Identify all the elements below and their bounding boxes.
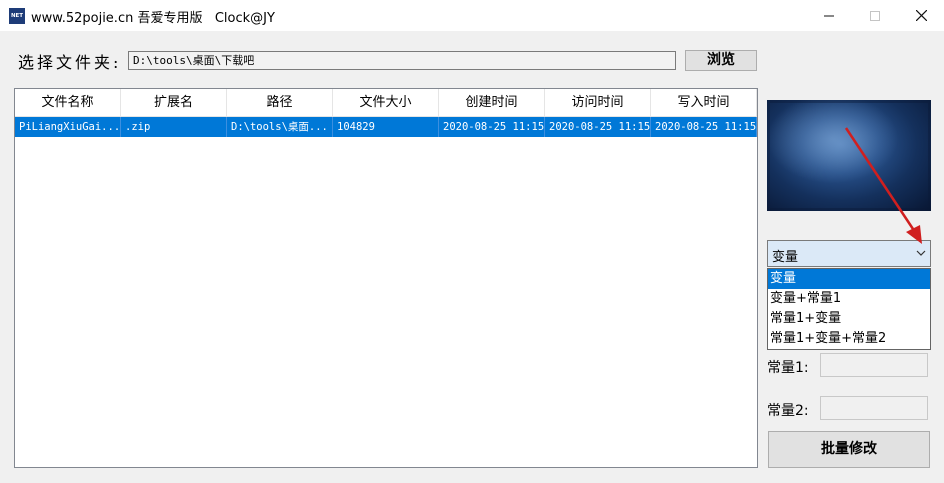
mode-combobox[interactable]: 变量 (767, 240, 931, 267)
column-header-accessed[interactable]: 访问时间 (545, 89, 651, 116)
texture-overlay (767, 100, 931, 211)
const2-label: 常量2: (767, 403, 809, 419)
cell-written: 2020-08-25 11:15 (651, 117, 757, 137)
cell-accessed: 2020-08-25 11:15 (545, 117, 651, 137)
table-row[interactable]: PiLiangXiuGai... .zip D:\tools\桌面... 104… (15, 117, 757, 137)
batch-modify-button[interactable]: 批量修改 (768, 431, 930, 468)
mode-option-variable-const1[interactable]: 变量+常量1 (768, 289, 930, 309)
const1-label: 常量1: (767, 360, 809, 376)
cell-name: PiLiangXiuGai... (15, 117, 121, 137)
column-header-name[interactable]: 文件名称 (15, 89, 121, 116)
preview-image (767, 100, 931, 211)
close-icon (915, 10, 927, 21)
column-header-path[interactable]: 路径 (227, 89, 333, 116)
mode-dropdown-list: 变量 变量+常量1 常量1+变量 常量1+变量+常量2 (767, 268, 931, 350)
list-header: 文件名称 扩展名 路径 文件大小 创建时间 访问时间 写入时间 (15, 89, 757, 117)
cell-created: 2020-08-25 11:15 (439, 117, 545, 137)
maximize-button[interactable] (852, 0, 898, 31)
mode-selected-value: 变量 (772, 250, 799, 265)
mode-option-const1-variable-const2[interactable]: 常量1+变量+常量2 (768, 329, 930, 349)
cell-size: 104829 (333, 117, 439, 137)
column-header-created[interactable]: 创建时间 (439, 89, 545, 116)
column-header-extension[interactable]: 扩展名 (121, 89, 227, 116)
const1-input[interactable] (820, 353, 928, 377)
browse-button[interactable]: 浏览 (685, 50, 757, 71)
maximize-icon (870, 10, 880, 21)
title-bar: NET www.52pojie.cn 吾爱专用版 Clock@JY (0, 0, 944, 31)
mode-option-const1-variable[interactable]: 常量1+变量 (768, 309, 930, 329)
folder-path-input[interactable]: D:\tools\桌面\下载吧 (128, 51, 676, 70)
cell-extension: .zip (121, 117, 227, 137)
close-button[interactable] (898, 0, 944, 31)
chevron-down-icon (916, 250, 926, 256)
folder-label: 选择文件夹: (18, 53, 122, 72)
minimize-icon (824, 15, 834, 16)
const2-input[interactable] (820, 396, 928, 420)
mode-option-variable[interactable]: 变量 (768, 269, 930, 289)
minimize-button[interactable] (806, 0, 852, 31)
file-list[interactable]: 文件名称 扩展名 路径 文件大小 创建时间 访问时间 写入时间 PiLiangX… (14, 88, 758, 468)
cell-path: D:\tools\桌面... (227, 117, 333, 137)
window-title: www.52pojie.cn 吾爱专用版 Clock@JY (31, 11, 275, 26)
column-header-size[interactable]: 文件大小 (333, 89, 439, 116)
app-icon: NET (9, 8, 25, 24)
column-header-written[interactable]: 写入时间 (651, 89, 757, 116)
